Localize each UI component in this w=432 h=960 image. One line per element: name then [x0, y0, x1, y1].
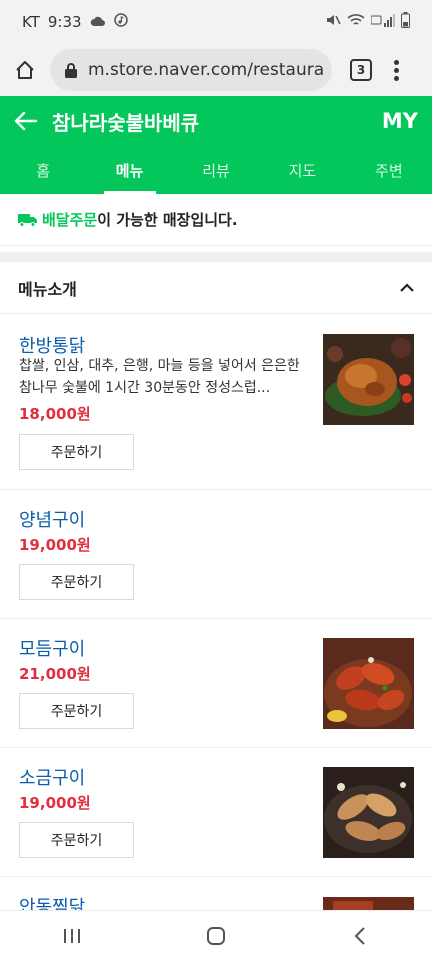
tab-menu[interactable]: 메뉴 [86, 146, 172, 194]
delivery-notice: 배달주문 이 가능한 매장입니다. [0, 194, 432, 246]
menu-item-price: 21,000원 [19, 665, 91, 683]
menu-item-photo[interactable] [323, 638, 414, 729]
menu-item[interactable]: 모듬구이 21,000원 주문하기 [0, 619, 432, 748]
menu-item-name[interactable]: 소금구이 [19, 764, 85, 790]
mute-icon [325, 13, 341, 31]
menu-section-header[interactable]: 메뉴소개 [0, 262, 432, 314]
delivery-notice-text: 이 가능한 매장입니다. [97, 211, 238, 229]
menu-item[interactable]: 한방통닭 찹쌀, 인삼, 대추, 은행, 마늘 등을 넣어서 은은한 참나무 숯… [0, 314, 432, 490]
menu-item-price: 19,000원 [19, 536, 91, 554]
store-header: 참나라숯불바베큐 MY [0, 96, 432, 146]
music-icon [113, 13, 128, 31]
menu-item-photo[interactable] [323, 334, 414, 425]
menu-item[interactable]: 양념구이 19,000원 주문하기 [0, 490, 432, 619]
menu-item[interactable]: 소금구이 19,000원 주문하기 [0, 748, 432, 877]
clock: 9:33 [47, 13, 82, 31]
order-button[interactable]: 주문하기 [19, 564, 134, 600]
system-navigation-bar [0, 910, 432, 960]
recent-apps-icon [64, 928, 80, 943]
order-button[interactable]: 주문하기 [19, 693, 134, 729]
menu-item[interactable]: 안동찜닭 [0, 877, 432, 910]
menu-item-description: 찹쌀, 인삼, 대추, 은행, 마늘 등을 넣어서 은은한 참나무 숯불에 1시… [19, 358, 300, 396]
my-button[interactable]: MY [382, 109, 418, 133]
back-arrow-icon [14, 111, 38, 131]
menu-item-price: 19,000원 [19, 794, 91, 812]
store-title: 참나라숯불바베큐 [52, 110, 200, 135]
order-button[interactable]: 주문하기 [19, 434, 134, 470]
home-circle-icon [207, 926, 225, 945]
home-button[interactable] [0, 44, 50, 96]
tab-map[interactable]: 지도 [259, 146, 345, 194]
menu-item-name[interactable]: 양념구이 [19, 506, 85, 532]
url-text: m.store.naver.com/restaura [88, 60, 325, 80]
menu-item-name[interactable]: 안동찜닭 [19, 893, 85, 910]
tab-review[interactable]: 리뷰 [173, 146, 259, 194]
store-tabs: 홈 메뉴 리뷰 지도 주변 [0, 146, 432, 194]
section-divider [0, 252, 432, 262]
tab-home[interactable]: 홈 [0, 146, 86, 194]
menu-item-photo[interactable] [323, 767, 414, 858]
status-bar: KT 9:33 [0, 0, 432, 44]
menu-item-photo[interactable] [323, 896, 414, 910]
tab-nearby[interactable]: 주변 [346, 146, 432, 194]
delivery-truck-icon [18, 213, 38, 227]
back-chevron-icon [354, 926, 365, 945]
battery-icon [401, 12, 410, 32]
system-back-button[interactable] [330, 916, 390, 956]
back-button[interactable] [14, 108, 40, 134]
carrier-label: KT [22, 13, 40, 31]
lock-icon [64, 62, 78, 79]
system-home-button[interactable] [186, 916, 246, 956]
lte-signal-icon [370, 13, 395, 31]
tab-switcher-button[interactable]: 3 [350, 59, 372, 81]
order-button[interactable]: 주문하기 [19, 822, 134, 858]
chevron-up-icon[interactable] [400, 283, 414, 292]
address-bar[interactable]: m.store.naver.com/restaura [50, 49, 332, 91]
home-icon [16, 61, 34, 79]
recent-apps-button[interactable] [42, 916, 102, 956]
browser-toolbar: m.store.naver.com/restaura 3 [0, 44, 432, 96]
menu-item-price: 18,000원 [19, 405, 91, 423]
menu-item-name[interactable]: 모듬구이 [19, 635, 85, 661]
wifi-icon [347, 13, 365, 31]
section-title: 메뉴소개 [18, 279, 77, 299]
browser-menu-button[interactable] [394, 59, 399, 81]
delivery-highlight: 배달주문 [42, 211, 98, 229]
cloud-icon [90, 13, 106, 31]
